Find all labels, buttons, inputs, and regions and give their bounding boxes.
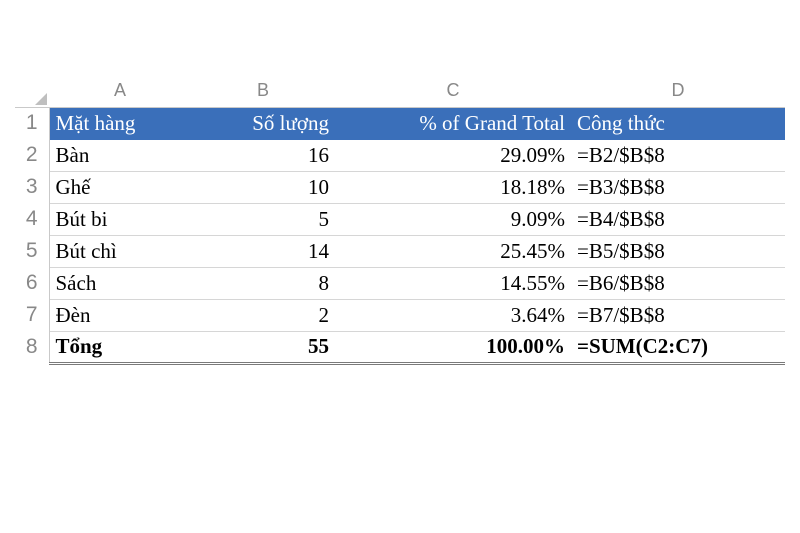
total-row: 8 Tổng 55 100.00% =SUM(C2:C7) xyxy=(15,331,785,363)
cell-C1[interactable]: % of Grand Total xyxy=(335,107,571,139)
cell-A7[interactable]: Đèn xyxy=(49,299,191,331)
cell-A1[interactable]: Mặt hàng xyxy=(49,107,191,139)
cell-B8[interactable]: 55 xyxy=(191,331,335,363)
cell-D1[interactable]: Công thức xyxy=(571,107,785,139)
row-header-8[interactable]: 8 xyxy=(15,331,49,363)
cell-A8[interactable]: Tổng xyxy=(49,331,191,363)
spreadsheet-grid[interactable]: A B C D 1 Mặt hàng Số lượng % of Grand T… xyxy=(15,75,785,365)
cell-B6[interactable]: 8 xyxy=(191,267,335,299)
cell-C4[interactable]: 9.09% xyxy=(335,203,571,235)
cell-D6[interactable]: =B6/$B$8 xyxy=(571,267,785,299)
table-row: 6 Sách 8 14.55% =B6/$B$8 xyxy=(15,267,785,299)
cell-B4[interactable]: 5 xyxy=(191,203,335,235)
cell-D2[interactable]: =B2/$B$8 xyxy=(571,139,785,171)
cell-D5[interactable]: =B5/$B$8 xyxy=(571,235,785,267)
table-row: 2 Bàn 16 29.09% =B2/$B$8 xyxy=(15,139,785,171)
cell-D4[interactable]: =B4/$B$8 xyxy=(571,203,785,235)
cell-C2[interactable]: 29.09% xyxy=(335,139,571,171)
table-row: 3 Ghế 10 18.18% =B3/$B$8 xyxy=(15,171,785,203)
row-header-7[interactable]: 7 xyxy=(15,299,49,331)
cell-A6[interactable]: Sách xyxy=(49,267,191,299)
cell-A2[interactable]: Bàn xyxy=(49,139,191,171)
row-header-1[interactable]: 1 xyxy=(15,107,49,139)
column-header-C[interactable]: C xyxy=(335,75,571,107)
cell-B2[interactable]: 16 xyxy=(191,139,335,171)
cell-B3[interactable]: 10 xyxy=(191,171,335,203)
cell-C8[interactable]: 100.00% xyxy=(335,331,571,363)
table-row: 4 Bút bi 5 9.09% =B4/$B$8 xyxy=(15,203,785,235)
cell-C6[interactable]: 14.55% xyxy=(335,267,571,299)
row-header-4[interactable]: 4 xyxy=(15,203,49,235)
row-header-6[interactable]: 6 xyxy=(15,267,49,299)
cell-A3[interactable]: Ghế xyxy=(49,171,191,203)
cell-B7[interactable]: 2 xyxy=(191,299,335,331)
cell-D8[interactable]: =SUM(C2:C7) xyxy=(571,331,785,363)
cell-B1[interactable]: Số lượng xyxy=(191,107,335,139)
cell-B5[interactable]: 14 xyxy=(191,235,335,267)
select-all-corner[interactable] xyxy=(15,75,49,107)
cell-C3[interactable]: 18.18% xyxy=(335,171,571,203)
table-row: 7 Đèn 2 3.64% =B7/$B$8 xyxy=(15,299,785,331)
cell-D7[interactable]: =B7/$B$8 xyxy=(571,299,785,331)
table-row: 1 Mặt hàng Số lượng % of Grand Total Côn… xyxy=(15,107,785,139)
cell-D3[interactable]: =B3/$B$8 xyxy=(571,171,785,203)
column-header-A[interactable]: A xyxy=(49,75,191,107)
row-header-2[interactable]: 2 xyxy=(15,139,49,171)
column-header-B[interactable]: B xyxy=(191,75,335,107)
cell-C7[interactable]: 3.64% xyxy=(335,299,571,331)
row-header-3[interactable]: 3 xyxy=(15,171,49,203)
cell-A5[interactable]: Bút chì xyxy=(49,235,191,267)
column-header-D[interactable]: D xyxy=(571,75,785,107)
cell-A4[interactable]: Bút bi xyxy=(49,203,191,235)
column-header-row: A B C D xyxy=(15,75,785,107)
table-row: 5 Bút chì 14 25.45% =B5/$B$8 xyxy=(15,235,785,267)
cell-C5[interactable]: 25.45% xyxy=(335,235,571,267)
row-header-5[interactable]: 5 xyxy=(15,235,49,267)
